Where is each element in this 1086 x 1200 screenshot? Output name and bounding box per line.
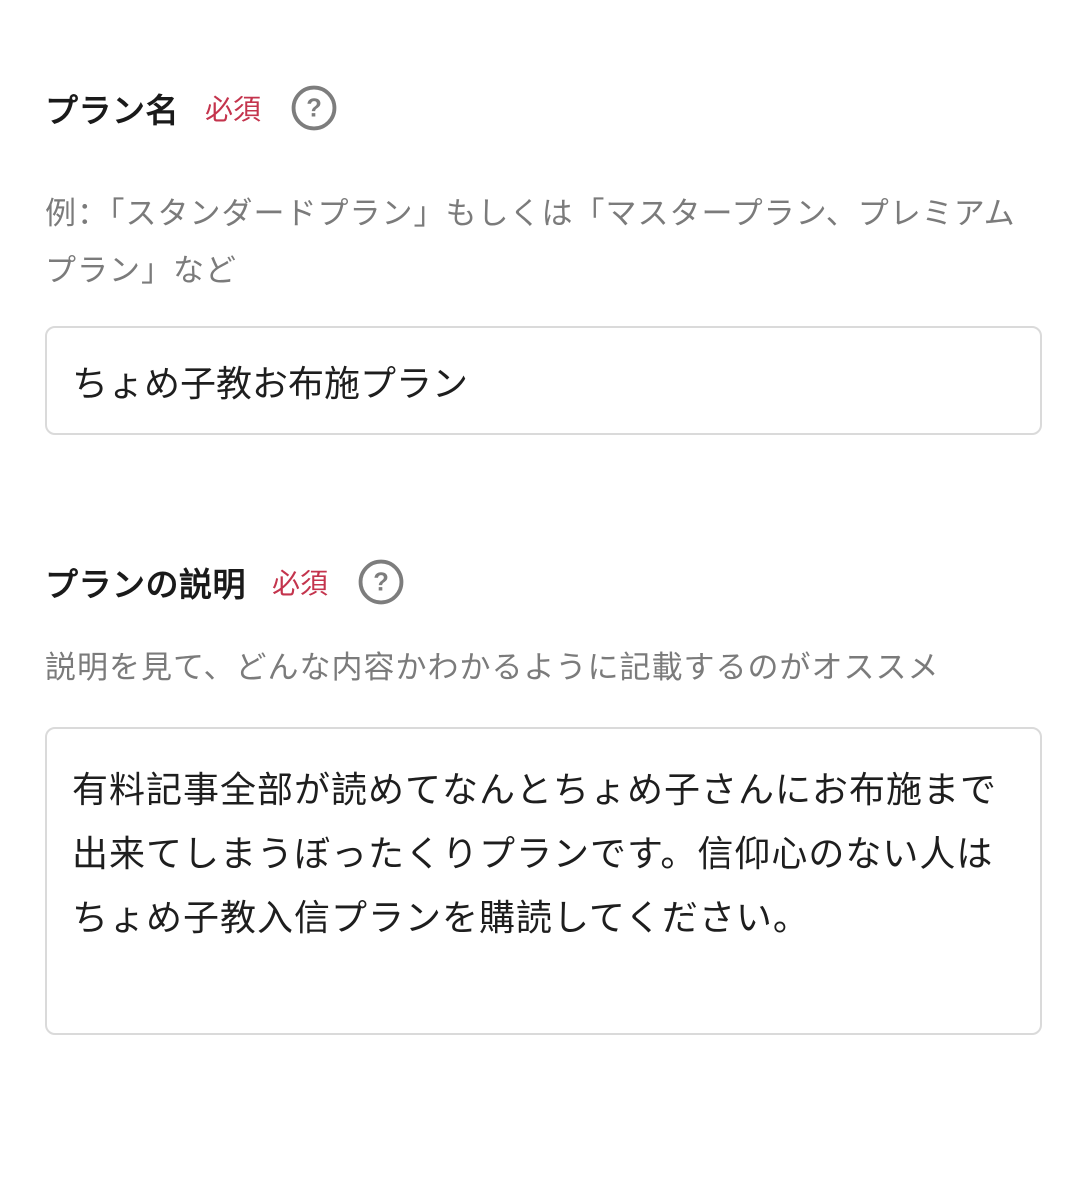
plan-name-input-value: ちょめ子教お布施プラン — [72, 363, 469, 405]
help-icon[interactable]: ? — [291, 85, 337, 131]
plan-description-section: プランの説明 必須 ? 説明を見て、どんな内容かわかるように記載するのがオススメ… — [45, 552, 1042, 1035]
plan-name-input[interactable]: ちょめ子教お布施プラン — [45, 326, 1042, 435]
question-circle-icon: ? — [291, 85, 337, 131]
svg-text:?: ? — [306, 95, 322, 123]
plan-description-hint: 説明を見て、どんな内容かわかるように記載するのがオススメ — [45, 650, 940, 686]
plan-name-label-row: プラン名 必須 ? — [45, 78, 1042, 138]
plan-description-label: プランの説明 — [45, 565, 246, 604]
question-circle-icon: ? — [358, 559, 404, 605]
plan-name-required-badge: 必須 — [205, 93, 262, 126]
plan-name-label: プラン名 — [45, 91, 179, 130]
plan-description-textarea[interactable]: 有料記事全部が読めてなんとちょめ子さんにお布施まで出来てしまうぼったくりプランで… — [45, 727, 1042, 1035]
help-icon[interactable]: ? — [358, 559, 404, 605]
plan-description-required-badge: 必須 — [272, 567, 329, 600]
plan-description-label-row: プランの説明 必須 ? — [45, 552, 1042, 612]
plan-name-section: プラン名 必須 ? 例：「スタンダードプラン」もしくは「マスタープラン、プレミア… — [45, 78, 1042, 435]
svg-text:?: ? — [373, 569, 389, 597]
plan-name-hint: 例：「スタンダードプラン」もしくは「マスタープラン、プレミアムプラン」など — [45, 196, 1016, 289]
